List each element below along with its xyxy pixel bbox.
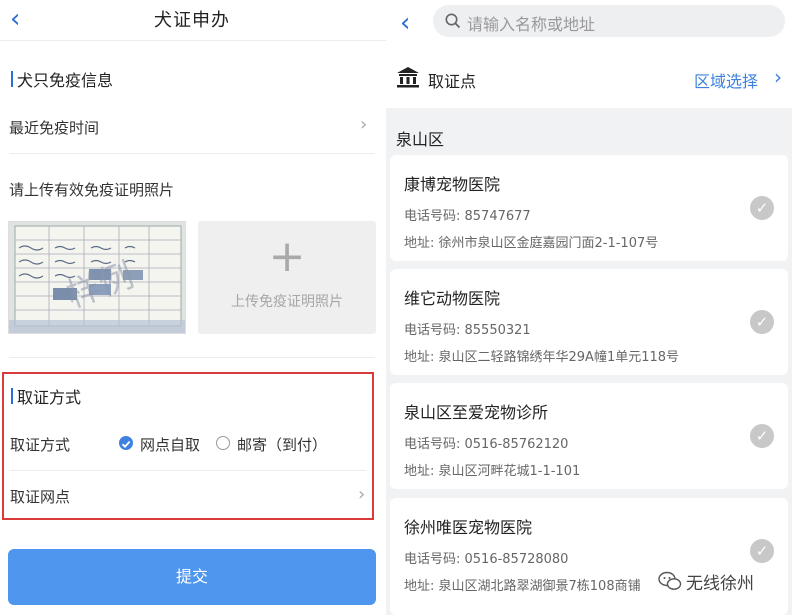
check-icon[interactable]: ✓ bbox=[750, 310, 774, 334]
mail-label: 邮寄（到付） bbox=[237, 436, 328, 454]
clinic-phone: 电话号码: 85550321 bbox=[404, 323, 531, 338]
pickup-method-label: 取证方式 bbox=[10, 436, 71, 454]
check-icon[interactable]: ✓ bbox=[750, 196, 774, 220]
clinic-name: 徐州唯医宠物医院 bbox=[404, 518, 533, 537]
clinic-phone: 电话号码: 0516-85728080 bbox=[404, 552, 569, 567]
list-item[interactable]: 康博宠物医院 电话号码: 85747677 地址: 徐州市泉山区金庭嘉园门面2-… bbox=[390, 155, 788, 261]
submit-button[interactable]: 提交 bbox=[8, 549, 376, 605]
radio-mail[interactable]: 邮寄（到付） bbox=[215, 432, 335, 454]
clinic-address: 地址: 泉山区二轻路锦绣年华29A幢1单元118号 bbox=[404, 350, 680, 365]
page-title: 犬证申办 bbox=[154, 10, 230, 31]
pickup-method-highlight: 取证方式 取证方式 网点自取 邮寄（到付） 取证网点 › bbox=[2, 372, 374, 520]
pickup-point-title: 取证点 bbox=[428, 72, 477, 91]
back-arrow-icon[interactable]: ‹ bbox=[400, 8, 410, 38]
clinic-phone: 电话号码: 0516-85762120 bbox=[404, 437, 569, 452]
application-form-screen: ‹ 犬证申办 犬只免疫信息 最近免疫时间 › 请上传有效免疫证明照片 样例 + … bbox=[0, 0, 386, 615]
clinic-address: 地址: 泉山区湖北路翠湖御景7栋108商铺 bbox=[404, 579, 641, 594]
clinic-address: 地址: 徐州市泉山区金庭嘉园门面2-1-107号 bbox=[404, 236, 659, 251]
search-placeholder: 请输入名称或地址 bbox=[467, 15, 596, 34]
immune-certificate-photo[interactable]: 样例 bbox=[8, 221, 186, 334]
chevron-right-icon: › bbox=[774, 65, 782, 89]
radio-self-pickup[interactable]: 网点自取 bbox=[118, 432, 214, 454]
radio-unchecked-icon bbox=[216, 436, 230, 450]
district-label: 泉山区 bbox=[396, 130, 445, 149]
brand-watermark: 无线徐州 bbox=[658, 566, 788, 596]
chevron-right-icon: › bbox=[360, 114, 368, 135]
upload-photo-label: 上传免疫证明照片 bbox=[231, 294, 343, 310]
plus-icon: + bbox=[268, 231, 306, 282]
back-arrow-icon[interactable]: ‹ bbox=[10, 4, 20, 34]
self-pickup-label: 网点自取 bbox=[140, 436, 201, 454]
clinic-phone: 电话号码: 85747677 bbox=[404, 209, 531, 224]
wechat-logo-icon bbox=[658, 571, 682, 590]
row-divider bbox=[9, 153, 375, 154]
pickup-point-screen: ‹ 请输入名称或地址 取证点 区域选择 › 泉山区 康博宠物医院 电话号码: 8… bbox=[386, 0, 792, 615]
region-select-label: 区域选择 bbox=[694, 72, 759, 91]
clinic-name: 康博宠物医院 bbox=[404, 175, 501, 194]
pickup-outlet-row[interactable]: 取证网点 › bbox=[4, 474, 372, 518]
list-item[interactable]: 泉山区至爱宠物诊所 电话号码: 0516-85762120 地址: 泉山区河畔花… bbox=[390, 383, 788, 489]
list-item[interactable]: 维它动物医院 电话号码: 85550321 地址: 泉山区二轻路锦绣年华29A幢… bbox=[390, 269, 788, 375]
radio-checked-icon bbox=[119, 436, 133, 450]
upload-photo-button[interactable]: + 上传免疫证明照片 bbox=[198, 221, 376, 334]
pickup-outlet-label: 取证网点 bbox=[10, 488, 71, 506]
upload-prompt: 请上传有效免疫证明照片 bbox=[9, 181, 175, 199]
region-select-button[interactable]: 区域选择 › bbox=[694, 65, 788, 92]
search-input[interactable]: 请输入名称或地址 bbox=[433, 5, 785, 37]
pickup-section-title: 取证方式 bbox=[10, 384, 81, 408]
list-item[interactable]: 徐州唯医宠物医院 电话号码: 0516-85728080 地址: 泉山区湖北路翠… bbox=[390, 498, 788, 615]
check-icon[interactable]: ✓ bbox=[750, 424, 774, 448]
recent-immune-time-row[interactable]: 最近免疫时间 › bbox=[0, 104, 386, 150]
row-divider bbox=[9, 357, 375, 358]
check-icon[interactable]: ✓ bbox=[750, 539, 774, 563]
search-icon bbox=[445, 13, 461, 29]
clinic-name: 泉山区至爱宠物诊所 bbox=[404, 403, 549, 422]
chevron-right-icon: › bbox=[358, 484, 366, 505]
clinic-name: 维它动物医院 bbox=[404, 289, 501, 308]
brand-watermark-text: 无线徐州 bbox=[686, 574, 754, 594]
clinic-address: 地址: 泉山区河畔花城1-1-101 bbox=[404, 464, 581, 479]
row-divider bbox=[10, 470, 366, 471]
recent-immune-time-label: 最近免疫时间 bbox=[9, 119, 100, 137]
header-divider bbox=[0, 40, 386, 41]
bank-building-icon bbox=[397, 67, 419, 88]
immune-section-title: 犬只免疫信息 bbox=[10, 67, 113, 91]
